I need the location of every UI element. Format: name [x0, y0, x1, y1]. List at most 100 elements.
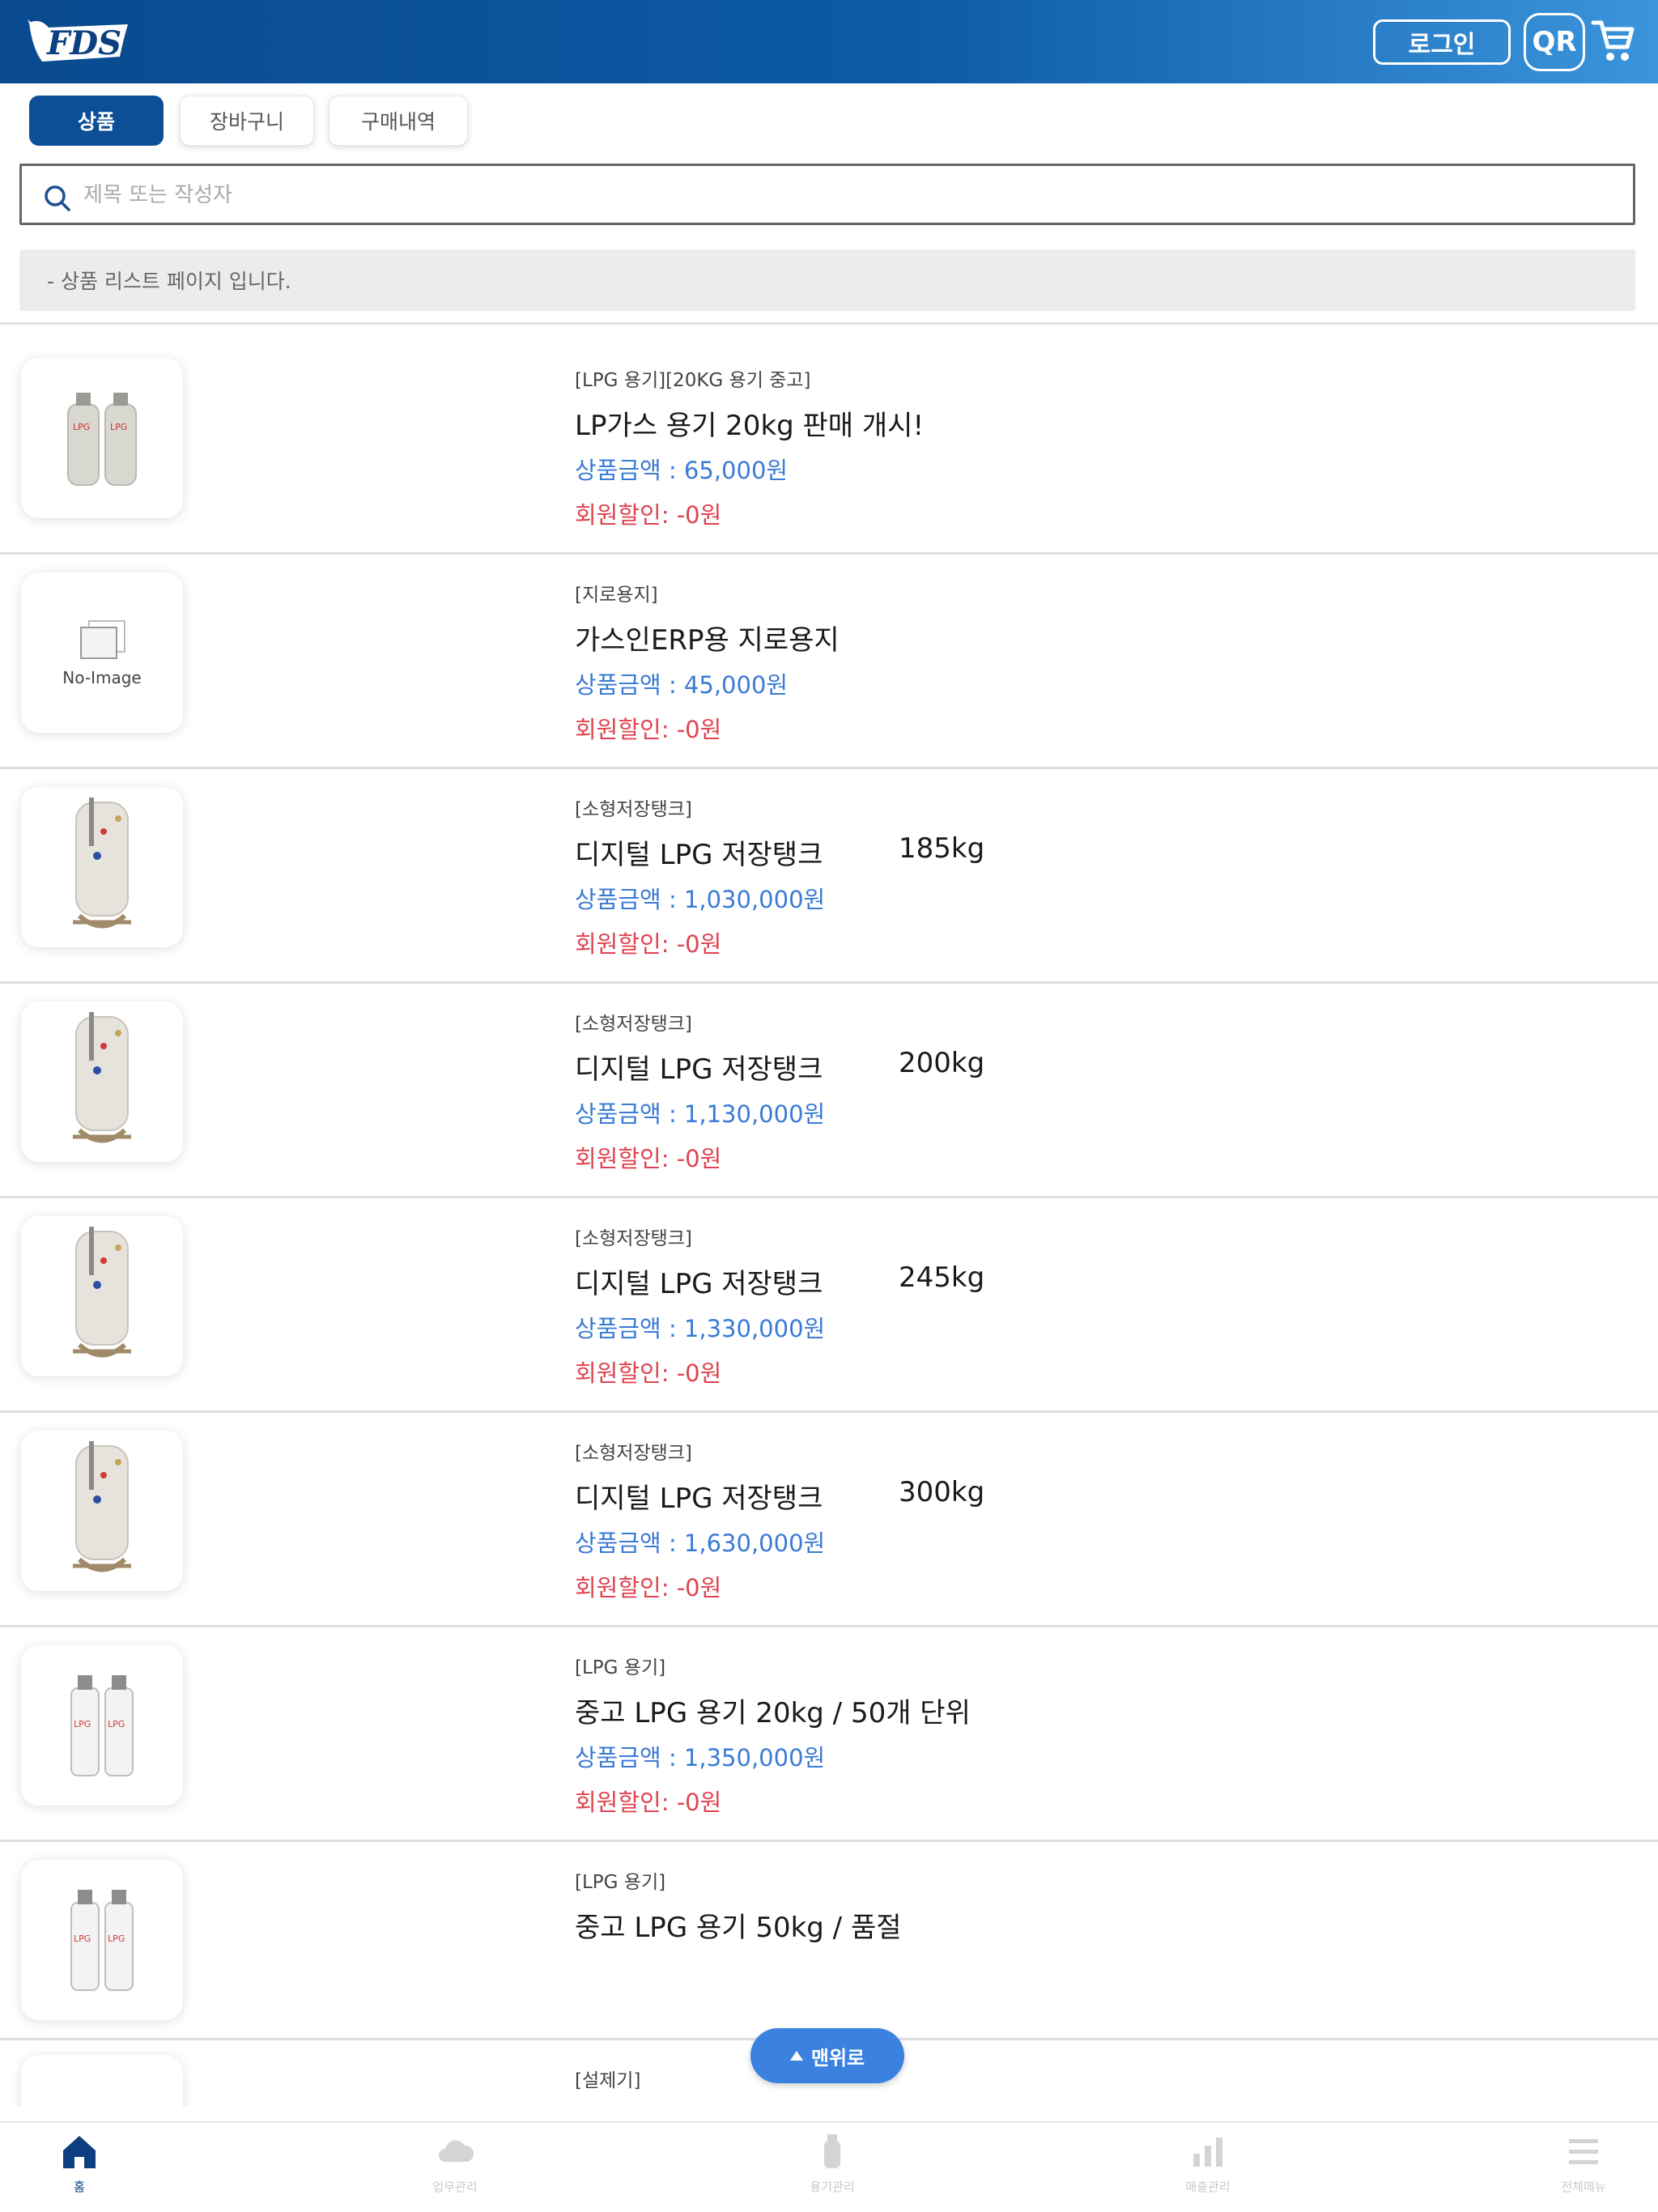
search-input[interactable]	[83, 174, 1605, 216]
product-price: 상품금액 : 1,130,000원	[575, 1100, 826, 1128]
nav-label-cylinder: 용기관리	[810, 2180, 855, 2194]
nav-item-work[interactable]: 업무관리	[382, 2131, 528, 2212]
bottom-navigation: 홈 업무관리 용기관리 매출관리 전체메뉴	[0, 2121, 1658, 2212]
nav-label-sales: 매출관리	[1185, 2180, 1231, 2194]
product-item[interactable]: [소형저장탱크] 디지털 LPG 저장탱크 185kg 상품금액 : 1,030…	[0, 769, 1658, 984]
product-discount: 회원할인: -0원	[575, 716, 722, 743]
product-thumbnail: LPG LPG	[21, 1645, 183, 1806]
equipment-image	[33, 2087, 171, 2107]
product-thumbnail: No-Image	[21, 572, 183, 733]
product-category: [LPG 용기]	[575, 1657, 666, 1678]
product-item[interactable]: [소형저장탱크] 디지털 LPG 저장탱크 300kg 상품금액 : 1,630…	[0, 1413, 1658, 1627]
storage-tank-image	[73, 1012, 131, 1143]
product-name[interactable]: 디지털 LPG 저장탱크	[575, 1261, 823, 1301]
product-category: [LPG 용기][20KG 용기 중고]	[575, 370, 811, 391]
arrow-up-icon	[789, 2051, 803, 2061]
scroll-top-button[interactable]: 맨위로	[750, 2028, 904, 2083]
nav-item-menu[interactable]: 전체메뉴	[1511, 2131, 1656, 2212]
logo-text: FDS	[47, 24, 121, 62]
product-category: [LPG 용기]	[575, 1872, 666, 1893]
product-category: [지로용지]	[575, 585, 658, 606]
product-name[interactable]: 디지털 LPG 저장탱크	[575, 1476, 823, 1516]
search-icon[interactable]	[43, 184, 72, 213]
product-name[interactable]: 디지털 LPG 저장탱크	[575, 1047, 823, 1087]
qr-button[interactable]: QR	[1524, 13, 1585, 71]
product-name[interactable]: 디지털 LPG 저장탱크	[575, 832, 823, 872]
product-discount: 회원할인: -0원	[575, 930, 722, 958]
divider	[0, 322, 1658, 325]
product-price: 상품금액 : 1,330,000원	[575, 1315, 826, 1342]
product-name[interactable]: 가스인ERP용 지로용지	[575, 618, 840, 657]
product-thumbnail: LPG LPG	[21, 1860, 183, 2020]
search-bar	[19, 164, 1635, 225]
svg-text:LPG: LPG	[108, 1719, 125, 1729]
product-weight: 300kg	[899, 1476, 985, 1508]
product-category: [소형저장탱크]	[575, 799, 692, 820]
product-discount: 회원할인: -0원	[575, 501, 722, 529]
product-discount: 회원할인: -0원	[575, 1359, 722, 1387]
storage-tank-image	[73, 1441, 131, 1572]
svg-text:LPG: LPG	[74, 1933, 91, 1944]
fds-logo[interactable]: FDS	[24, 16, 134, 69]
product-thumbnail	[21, 1431, 183, 1591]
product-discount: 회원할인: -0원	[575, 1789, 722, 1816]
product-item[interactable]: LPG LPG [LPG 용기] 중고 LPG 용기 20kg / 50개 단위…	[0, 1627, 1658, 1842]
cart-button[interactable]	[1590, 16, 1635, 65]
nav-label-home: 홈	[74, 2180, 85, 2194]
page-notice: - 상품 리스트 페이지 입니다.	[19, 249, 1635, 311]
tab-orders[interactable]: 구매내역	[329, 96, 468, 146]
product-item[interactable]: LPG LPG [LPG 용기][20KG 용기 중고] LP가스 용기 20k…	[0, 340, 1658, 555]
nav-item-cylinder[interactable]: 용기관리	[759, 2131, 905, 2212]
nav-label-work: 업무관리	[432, 2180, 478, 2194]
svg-text:LPG: LPG	[108, 1933, 125, 1944]
product-thumbnail	[21, 787, 183, 947]
no-image-placeholder: No-Image	[62, 618, 142, 687]
product-price: 상품금액 : 45,000원	[575, 671, 789, 699]
product-price: 상품금액 : 1,030,000원	[575, 886, 826, 913]
product-price: 상품금액 : 1,630,000원	[575, 1529, 826, 1557]
svg-text:LPG: LPG	[73, 422, 90, 432]
product-name[interactable]: 중고 LPG 용기 20kg / 50개 단위	[575, 1691, 971, 1730]
product-weight: 185kg	[899, 832, 985, 865]
scroll-top-label: 맨위로	[810, 2046, 865, 2069]
product-name[interactable]: 중고 LPG 용기 50kg / 품절	[575, 1905, 902, 1945]
product-weight: 200kg	[899, 1047, 985, 1079]
cart-icon	[1591, 20, 1635, 61]
product-category: [소형저장탱크]	[575, 1228, 692, 1249]
no-image-label: No-Image	[62, 668, 142, 687]
twin-gas-cylinder-image: LPG LPG	[67, 393, 137, 486]
app-header: FDS 로그인 QR	[0, 0, 1658, 83]
product-discount: 회원할인: -0원	[575, 1574, 722, 1602]
product-category: [소형저장탱크]	[575, 1443, 692, 1464]
lpg-cylinder-pair-image: LPG LPG	[70, 1675, 134, 1776]
chart-icon	[1193, 2138, 1222, 2167]
product-list: LPG LPG [LPG 용기][20KG 용기 중고] LP가스 용기 20k…	[0, 340, 1658, 2107]
nav-item-home[interactable]: 홈	[6, 2131, 152, 2212]
svg-text:LPG: LPG	[74, 1719, 91, 1729]
product-thumbnail: LPG LPG	[21, 358, 183, 518]
product-item[interactable]: LPG LPG [LPG 용기] 중고 LPG 용기 50kg / 품절	[0, 1842, 1658, 2040]
cylinder-icon	[824, 2134, 840, 2168]
product-category: [소형저장탱크]	[575, 1014, 692, 1035]
image-placeholder-icon	[79, 620, 125, 659]
product-thumbnail	[21, 1216, 183, 1376]
product-price: 상품금액 : 1,350,000원	[575, 1744, 826, 1772]
product-item[interactable]: No-Image [지로용지] 가스인ERP용 지로용지 상품금액 : 45,0…	[0, 555, 1658, 769]
storage-tank-image	[73, 1227, 131, 1358]
login-button[interactable]: 로그인	[1373, 19, 1511, 65]
nav-label-menu: 전체메뉴	[1561, 2180, 1606, 2194]
product-weight: 245kg	[899, 1261, 985, 1294]
product-item[interactable]: [소형저장탱크] 디지털 LPG 저장탱크 245kg 상품금액 : 1,330…	[0, 1198, 1658, 1413]
product-thumbnail	[21, 2055, 183, 2107]
product-category: [설제기]	[575, 2070, 641, 2091]
cloud-icon	[439, 2140, 474, 2162]
product-discount: 회원할인: -0원	[575, 1145, 722, 1172]
nav-item-sales[interactable]: 매출관리	[1135, 2131, 1281, 2212]
svg-text:LPG: LPG	[110, 422, 127, 432]
tab-products[interactable]: 상품	[29, 96, 164, 146]
lpg-cylinder-pair-image: LPG LPG	[70, 1890, 134, 1991]
tab-cart[interactable]: 장바구니	[180, 96, 314, 146]
product-item[interactable]: [소형저장탱크] 디지털 LPG 저장탱크 200kg 상품금액 : 1,130…	[0, 984, 1658, 1198]
product-name[interactable]: LP가스 용기 20kg 판매 개시!	[575, 403, 924, 443]
home-icon	[63, 2136, 96, 2168]
